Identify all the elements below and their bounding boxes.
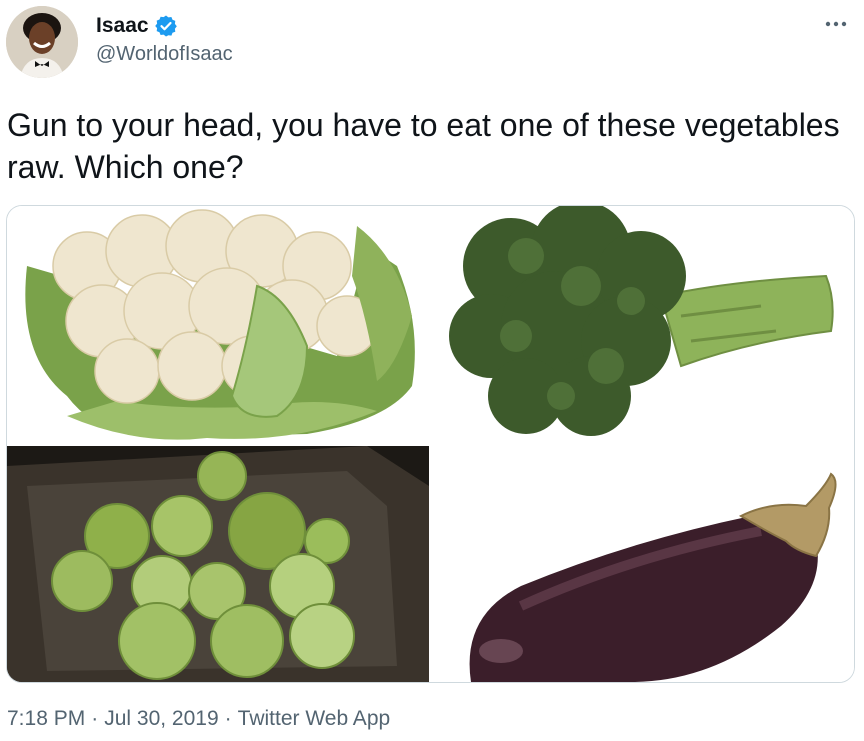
media-grid xyxy=(6,205,855,683)
eggplant-photo xyxy=(431,446,854,682)
meta-separator: · xyxy=(224,707,232,730)
image-cauliflower[interactable] xyxy=(7,206,429,444)
tweet-text: Gun to your head, you have to eat one of… xyxy=(7,107,840,185)
tweet-author: Isaac @WorldofIsaac xyxy=(96,12,233,66)
image-eggplant[interactable] xyxy=(431,446,854,682)
tweet-source[interactable]: Twitter Web App xyxy=(238,707,391,731)
more-options-button[interactable] xyxy=(822,14,850,34)
profile-photo xyxy=(6,6,78,78)
display-name[interactable]: Isaac xyxy=(96,14,149,38)
more-horizontal-icon xyxy=(825,21,847,27)
tweet-time[interactable]: 7:18 PM xyxy=(7,707,85,731)
meta-separator: · xyxy=(91,707,99,730)
broccoli-photo xyxy=(431,206,854,444)
tweet-meta: 7:18 PM · Jul 30, 2019 · Twitter Web App xyxy=(7,707,390,731)
avatar[interactable] xyxy=(6,6,78,78)
brussels-sprouts-photo xyxy=(7,446,429,682)
image-brussels-sprouts[interactable] xyxy=(7,446,429,682)
cauliflower-photo xyxy=(7,206,429,444)
verified-badge-icon xyxy=(154,14,178,38)
image-broccoli[interactable] xyxy=(431,206,854,444)
name-row: Isaac xyxy=(96,12,233,40)
user-handle[interactable]: @WorldofIsaac xyxy=(96,43,233,66)
tweet-date[interactable]: Jul 30, 2019 xyxy=(104,707,218,731)
